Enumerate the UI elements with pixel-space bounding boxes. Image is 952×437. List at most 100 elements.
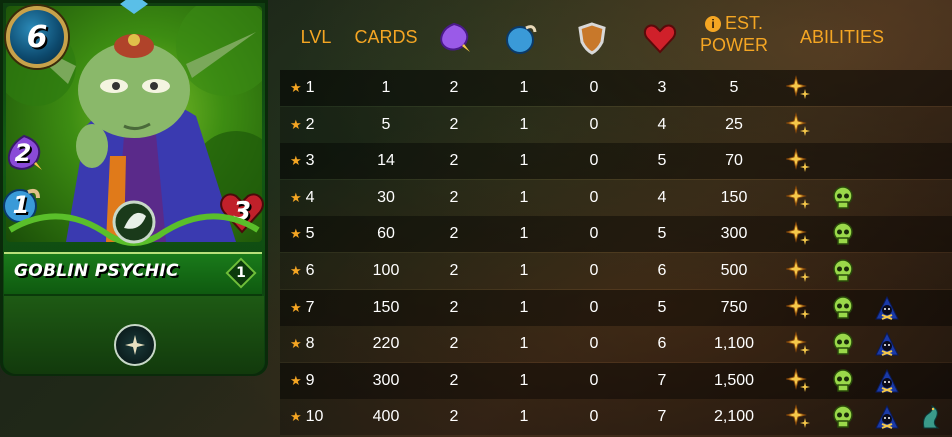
cell-level: ★ 1 (290, 70, 346, 106)
cell-est-power: 150 (720, 188, 748, 206)
cell-level: ★ 10 (290, 399, 346, 435)
sparkle-icon[interactable] (785, 367, 812, 394)
skull-icon[interactable] (830, 258, 856, 284)
cell-health: 5 (657, 152, 667, 170)
skull-icon[interactable] (830, 295, 856, 321)
header-est-line1: EST. (724, 13, 763, 33)
cell-health: 4 (657, 115, 667, 133)
card-ability-button[interactable] (114, 324, 156, 366)
star-icon: ★ (290, 336, 302, 352)
magic-icon (440, 22, 470, 52)
health-stat-value: 3 (232, 197, 252, 227)
cell-speed: 1 (519, 408, 529, 426)
cell-est-power: 500 (720, 262, 748, 279)
cell-cards: 60 (377, 225, 395, 243)
cell-speed: 1 (519, 262, 529, 279)
cell-health: 5 (657, 225, 667, 243)
cell-speed: 1 (519, 115, 529, 133)
table-row: ★ 6 100 2 1 0 6 500 (280, 253, 952, 289)
card-level-badge: 1 (226, 258, 256, 288)
sparkle-icon[interactable] (785, 148, 812, 174)
cell-level: ★ 2 (290, 107, 346, 143)
speed-stat-badge: 1 (2, 186, 40, 224)
header-armor (574, 20, 610, 56)
sparkle-icon[interactable] (785, 75, 812, 101)
skull-icon[interactable] (830, 221, 856, 247)
hooded-figure-icon[interactable] (874, 295, 900, 321)
cell-speed: 1 (519, 152, 529, 170)
table-row: ★ 9 300 2 1 0 7 1,500 (280, 362, 952, 399)
table-row: ★ 1 1 2 1 0 3 5 (280, 70, 952, 106)
table-row: ★ 3 14 2 1 0 5 70 (280, 143, 952, 180)
magic-stat-badge: 2 (4, 134, 42, 172)
table-row: ★ 4 30 2 1 0 4 150 (280, 179, 952, 216)
cell-cards: 220 (372, 335, 400, 353)
table-row: ★ 10 400 2 1 0 7 2,100 (280, 399, 952, 436)
skull-icon[interactable] (830, 368, 856, 394)
health-stat-badge: 3 (218, 188, 266, 236)
star-icon: ★ (290, 299, 302, 315)
cell-armor: 0 (589, 262, 599, 279)
cell-magic: 2 (449, 298, 459, 316)
header-cards: CARDS (354, 27, 418, 47)
level-value: 1 (305, 79, 315, 96)
cell-armor: 0 (589, 79, 599, 96)
sparkle-icon[interactable] (785, 294, 812, 321)
cell-health: 6 (657, 262, 667, 279)
cell-est-power: 70 (725, 152, 743, 170)
skull-icon[interactable] (830, 185, 856, 211)
cell-est-power: 1,500 (713, 371, 755, 389)
sparkle-icon[interactable] (785, 258, 812, 284)
table-row: ★ 7 150 2 1 0 5 750 (280, 289, 952, 326)
cell-est-power: 750 (720, 298, 748, 316)
level-value: 7 (305, 298, 315, 316)
cell-est-power: 5 (729, 79, 739, 96)
star-icon: ★ (290, 189, 302, 205)
sparkle-icon[interactable] (785, 404, 812, 430)
sparkle-icon[interactable] (785, 331, 812, 357)
header-magic (436, 20, 472, 56)
cell-est-power: 1,100 (713, 335, 755, 353)
header-lvl: LVL (300, 27, 332, 47)
sparkle-icon (125, 335, 145, 355)
level-stats-table: LVL CARDS i EST. POWER ABILITIES ★ 1 1 2 1 0 3 5… (280, 0, 952, 437)
info-icon[interactable]: i (704, 16, 721, 32)
hooded-figure-icon[interactable] (874, 404, 900, 430)
cell-cards: 14 (377, 152, 395, 170)
cell-level: ★ 5 (290, 216, 346, 252)
card-level-value: 1 (236, 265, 246, 281)
sparkle-icon[interactable] (785, 111, 812, 138)
header-health (642, 20, 678, 56)
level-value: 3 (305, 152, 315, 170)
cell-level: ★ 6 (290, 253, 346, 289)
cell-cards: 30 (377, 188, 395, 206)
hooded-figure-icon[interactable] (874, 368, 900, 394)
serpent-icon[interactable] (918, 404, 944, 430)
star-icon: ★ (290, 409, 302, 425)
header-est-power: i EST. POWER (690, 12, 778, 56)
level-value: 10 (305, 408, 324, 426)
shield-icon (578, 22, 606, 55)
cell-health: 3 (657, 79, 667, 96)
sparkle-icon[interactable] (785, 184, 812, 211)
cell-health: 5 (657, 298, 667, 316)
sparkle-icon[interactable] (785, 221, 812, 247)
cell-est-power: 25 (725, 115, 743, 133)
cell-armor: 0 (589, 408, 599, 426)
cell-cards: 5 (381, 115, 391, 133)
hooded-figure-icon[interactable] (874, 331, 900, 357)
level-value: 4 (305, 188, 315, 206)
cell-magic: 2 (449, 371, 459, 389)
cell-magic: 2 (449, 262, 459, 279)
star-icon: ★ (290, 226, 302, 242)
skull-icon[interactable] (830, 331, 856, 357)
skull-icon[interactable] (830, 404, 856, 430)
cell-cards: 1 (381, 79, 391, 96)
cell-speed: 1 (519, 188, 529, 206)
cell-armor: 0 (589, 225, 599, 243)
mana-cost-value: 6 (26, 19, 48, 55)
monster-card[interactable]: 6 2 1 3 Goblin Psychic 1 (0, 0, 268, 376)
heart-icon (643, 24, 677, 54)
cell-magic: 2 (449, 225, 459, 243)
cell-level: ★ 4 (290, 180, 346, 216)
